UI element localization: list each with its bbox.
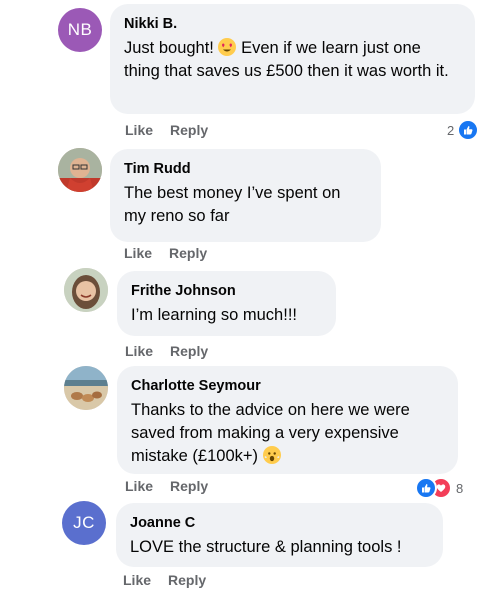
avatar-charlotte[interactable] [64,366,108,410]
like-reaction-icon [415,477,437,499]
like-button[interactable]: Like [125,122,153,138]
avatar-initials: JC [73,513,95,532]
comment-bubble: Charlotte Seymour Thanks to the advice o… [117,366,458,474]
reply-button[interactable]: Reply [170,122,208,138]
comment-bubble: Nikki B. Just bought! Even if we learn j… [110,4,475,114]
avatar-initials: NB [67,20,93,39]
profile-photo-icon [64,366,108,410]
like-button[interactable]: Like [123,572,151,588]
comment-author[interactable]: Tim Rudd [124,160,367,178]
comment-text: Thanks to the advice on here we were sav… [131,401,410,465]
reply-button[interactable]: Reply [168,572,206,588]
comment-actions: Like Reply [125,122,225,138]
avatar-frithe[interactable] [64,268,108,312]
comment-actions: Like Reply [124,245,224,261]
comment-author[interactable]: Charlotte Seymour [131,377,444,395]
fearful-face-emoji-icon [262,446,281,464]
comment-bubble: Frithe Johnson I’m learning so much!!! [117,271,336,336]
comment-bubble: Joanne C LOVE the structure & planning t… [116,503,443,567]
reply-button[interactable]: Reply [169,245,207,261]
reaction-count: 2 [447,122,455,138]
heart-eyes-emoji-icon [218,38,237,56]
comment-actions: Like Reply [123,572,223,588]
avatar-tim[interactable] [58,148,102,192]
reply-button[interactable]: Reply [170,478,208,494]
like-reaction-icon [457,119,480,141]
comment-text: Just bought! Even if we learn just one t… [124,38,449,80]
comment-author[interactable]: Nikki B. [124,15,461,33]
comment-text: The best money I’ve spent on my reno so … [124,184,341,225]
comment-author[interactable]: Joanne C [130,514,429,532]
comment-bubble: Tim Rudd The best money I’ve spent on my… [110,149,381,242]
comment-actions: Like Reply [125,478,225,494]
avatar-joanne[interactable]: JC [62,501,106,545]
like-button[interactable]: Like [125,343,153,359]
reaction-summary[interactable]: 2 [447,119,480,141]
profile-photo-icon [64,268,108,312]
comment-author[interactable]: Frithe Johnson [131,282,322,300]
profile-photo-icon [58,148,102,192]
comment-actions: Like Reply [125,343,225,359]
reply-button[interactable]: Reply [170,343,208,359]
comment-text: I’m learning so much!!! [131,306,297,324]
like-button[interactable]: Like [125,478,153,494]
like-button[interactable]: Like [124,245,152,261]
avatar-nikki[interactable]: NB [58,8,102,52]
reaction-summary[interactable]: 8 [415,477,463,499]
reaction-count: 8 [456,480,464,496]
comment-text: LOVE the structure & planning tools ! [130,538,402,556]
